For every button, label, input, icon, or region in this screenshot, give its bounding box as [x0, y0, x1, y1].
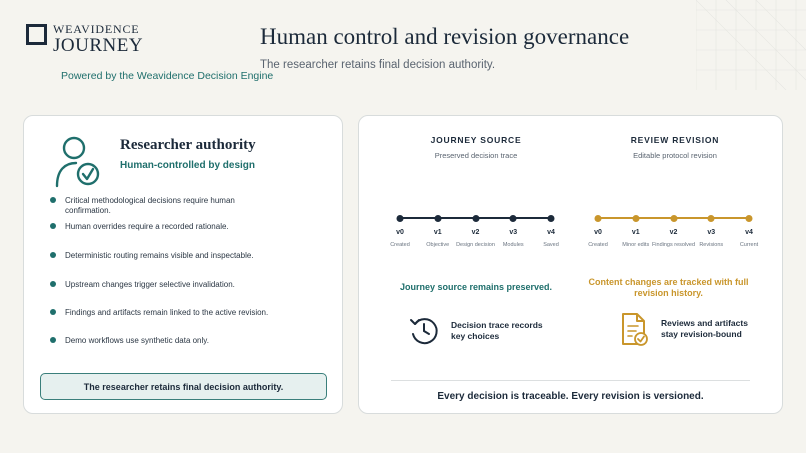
review-revision-message: Content changes are tracked with full re… [588, 277, 749, 298]
revision-timeline-dot [632, 215, 640, 222]
authority-callout: The researcher retains final decision au… [40, 373, 327, 400]
journey-source-heading: JOURNEY SOURCE [430, 135, 522, 145]
logo-line-2: JOURNEY [53, 35, 144, 56]
revision-timeline-dot [594, 215, 602, 222]
revision-step-label: Minor edits [622, 242, 650, 248]
authority-bullet-list: Critical methodological decisions requir… [50, 196, 280, 346]
clock-history-icon [410, 318, 438, 345]
source-version-label: v2 [471, 229, 480, 236]
journey-source-timeline: v0 Created v1 Objective v2 Design decision v3 M… [390, 215, 567, 255]
source-timeline-dot [509, 215, 517, 222]
revision-step-label: Revisions [699, 242, 724, 248]
source-version-label: v3 [509, 229, 518, 236]
bullet-item: Demo workflows use synthetic data only. [50, 336, 280, 346]
logo-square-icon [26, 24, 47, 45]
reviews-artifacts-feature: Reviews and artifacts stay revision-boun… [619, 312, 761, 346]
source-step-label: Saved [543, 242, 559, 248]
reviews-artifacts-text: Reviews and artifacts stay revision-boun… [661, 318, 748, 339]
grid-decoration [696, 0, 806, 90]
source-version-label: v1 [433, 229, 442, 236]
source-timeline-dot [434, 215, 442, 222]
page-title: Human control and revision governance [260, 24, 630, 49]
revision-version-label: v0 [594, 229, 602, 236]
source-step-label: Modules [502, 242, 524, 248]
source-timeline-dot [547, 215, 555, 222]
bullet-item: Deterministic routing remains visible an… [50, 251, 280, 280]
revision-step-label: Created [588, 242, 608, 248]
source-step-label: Created [390, 242, 410, 248]
journey-source-message: Journey source remains preserved. [399, 282, 553, 292]
review-revision-subheading: Editable protocol revision [633, 151, 717, 160]
researcher-authority-card: Researcher authority Human-controlled by… [23, 115, 343, 414]
revision-step-label: Findings resolved [651, 242, 696, 248]
revision-version-label: v2 [669, 229, 678, 236]
source-timeline-dot [472, 215, 479, 222]
card-title: Researcher authority [120, 137, 256, 153]
card-subtitle: Human-controlled by design [120, 160, 256, 171]
bullet-item: Findings and artifacts remain linked to … [50, 308, 280, 336]
document-check-icon [622, 313, 648, 346]
logo-line-1: WEAVIDENCE [53, 22, 140, 36]
source-version-label: v4 [547, 229, 555, 236]
review-revision-timeline: v0 Created v1 Minor edits v2 Findings resolve… [588, 215, 765, 255]
journey-source-subheading: Preserved decision trace [434, 151, 518, 160]
governance-footer: Every decision is traceable. Every revis… [437, 391, 704, 402]
person-check-icon [55, 136, 100, 188]
source-step-label: Objective [426, 242, 450, 248]
revision-version-label: v3 [707, 229, 716, 236]
decision-trace-feature: Decision trace records key choices [409, 314, 546, 348]
revision-version-label: v1 [631, 229, 640, 236]
source-version-label: v0 [396, 229, 404, 236]
page-subtitle: The researcher retains final decision au… [260, 59, 496, 71]
revision-step-label: Current [739, 242, 759, 248]
divider [391, 380, 750, 381]
revision-version-label: v4 [745, 229, 753, 236]
review-revision-heading: REVIEW REVISION [630, 135, 720, 145]
revision-governance-card: JOURNEY SOURCE Preserved decision trace … [358, 115, 783, 414]
powered-by: Powered by the Weavidence Decision Engin… [61, 70, 274, 82]
bullet-item: Critical methodological decisions requir… [50, 196, 280, 222]
bullet-item: Human overrides require a recorded ratio… [50, 222, 280, 251]
decision-trace-text: Decision trace records key choices [451, 320, 543, 341]
bullet-item: Upstream changes trigger selective inval… [50, 280, 280, 308]
source-step-label: Design decision [456, 242, 495, 248]
source-timeline-dot [396, 215, 404, 222]
revision-timeline-dot [707, 215, 715, 222]
revision-timeline-dot [745, 215, 753, 222]
brand-logo: WEAVIDENCE JOURNEY [26, 23, 143, 55]
revision-timeline-dot [670, 215, 677, 222]
